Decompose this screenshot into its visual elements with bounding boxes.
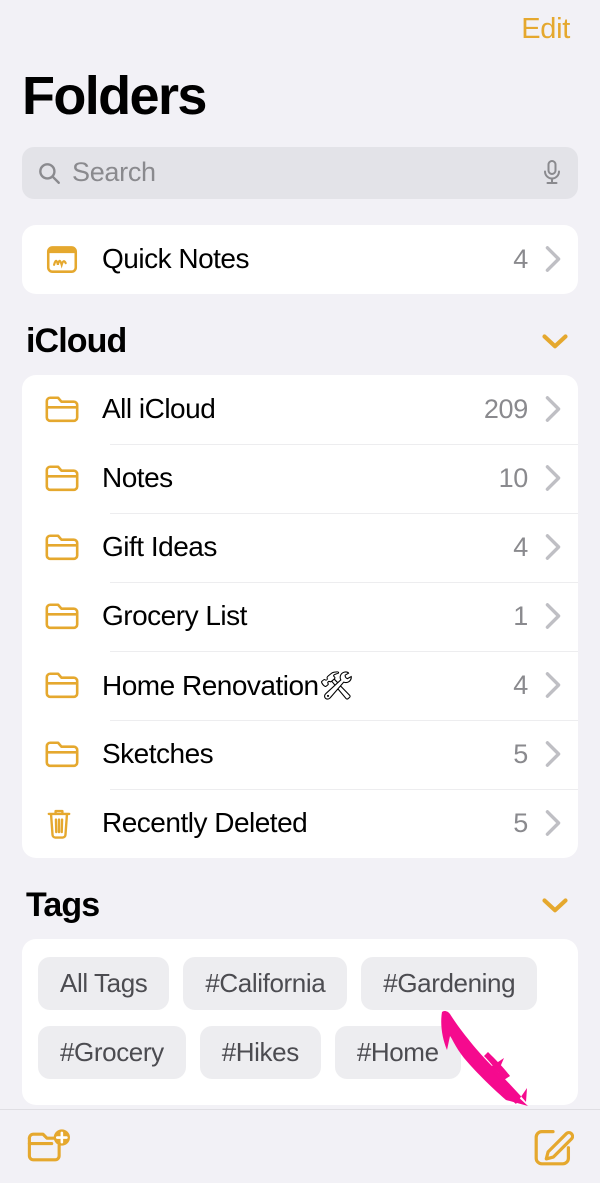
folder-row-label: All iCloud [102,393,216,425]
folder-row-label: Gift Ideas [102,531,217,563]
chevron-down-icon[interactable] [540,331,570,351]
folder-icon [44,601,88,631]
search-input[interactable]: Search [22,146,578,199]
tag-all-tags[interactable]: All Tags [38,956,170,1010]
folder-row-count: 1 [513,600,528,631]
folder-icon [44,394,88,424]
folder-row-quick-notes[interactable]: Quick Notes 4 [22,225,578,294]
folder-row-label: Grocery List [102,600,247,632]
notes-folders-screen: Edit Folders Search Quick Notes 4 iCloud… [0,0,600,1183]
chevron-right-icon [544,464,562,492]
chevron-right-icon [544,245,562,273]
icloud-folders-card: All iCloud 209 Notes 10 Gift Ideas 4 Gro… [22,374,578,858]
page-title: Folders [22,66,207,126]
folder-row-all-icloud[interactable]: All iCloud 209 [22,375,578,444]
tag-row: All Tags #California #Gardening [38,956,562,1010]
folder-row-label: Home Renovation🛠 [102,669,354,701]
folder-row-count: 4 [513,243,528,274]
folder-row-notes[interactable]: Notes 10 [22,443,578,513]
folder-row-count: 4 [513,531,528,562]
folder-row-count: 5 [513,738,528,769]
tag-california[interactable]: #California [183,956,348,1010]
folder-icon [44,739,88,769]
quick-note-icon [44,241,88,277]
folder-row-home-renovation[interactable]: Home Renovation🛠 4 [22,650,578,720]
folder-row-recently-deleted[interactable]: Recently Deleted 5 [22,788,578,858]
chevron-right-icon [544,602,562,630]
quick-notes-card: Quick Notes 4 [22,224,578,294]
folder-row-label: Recently Deleted [102,807,308,839]
folder-row-label: Notes [102,462,173,494]
folder-row-count: 209 [483,393,528,424]
search-icon [36,160,62,186]
section-header-icloud: iCloud [0,294,600,375]
folder-row-label: Quick Notes [102,243,250,275]
top-bar: Edit [0,0,600,58]
microphone-icon[interactable] [540,159,564,187]
folder-row-sketches[interactable]: Sketches 5 [22,719,578,789]
search-placeholder: Search [72,157,156,188]
folder-row-count: 10 [498,462,529,493]
folder-row-grocery-list[interactable]: Grocery List 1 [22,581,578,651]
bottom-toolbar [0,1109,600,1183]
tag-gardening[interactable]: #Gardening [361,956,538,1010]
chevron-right-icon [544,740,562,768]
tag-row: #Grocery #Hikes #Home [38,1025,562,1079]
folder-icon [44,670,88,700]
search-bar-container: Search [0,125,600,199]
folder-row-gift-ideas[interactable]: Gift Ideas 4 [22,512,578,582]
folder-row-label: Sketches [102,738,214,770]
tag-hikes[interactable]: #Hikes [199,1025,321,1079]
new-folder-button[interactable] [26,1127,72,1167]
section-title-icloud: iCloud [26,321,127,360]
trash-icon [44,806,88,840]
tag-grocery[interactable]: #Grocery [38,1025,186,1079]
tags-card: All Tags #California #Gardening #Grocery… [22,938,578,1105]
folder-icon [44,463,88,493]
folder-icon [44,532,88,562]
edit-button[interactable]: Edit [521,13,570,46]
compose-note-button[interactable] [532,1126,574,1168]
chevron-right-icon [544,533,562,561]
chevron-right-icon [544,395,562,423]
chevron-right-icon [544,809,562,837]
folder-row-count: 5 [513,807,528,838]
folder-row-count: 4 [513,669,528,700]
chevron-right-icon [544,671,562,699]
tag-home[interactable]: #Home [334,1025,461,1079]
section-header-tags: Tags [0,858,600,939]
section-title-tags: Tags [26,885,100,924]
chevron-down-icon[interactable] [540,895,570,915]
